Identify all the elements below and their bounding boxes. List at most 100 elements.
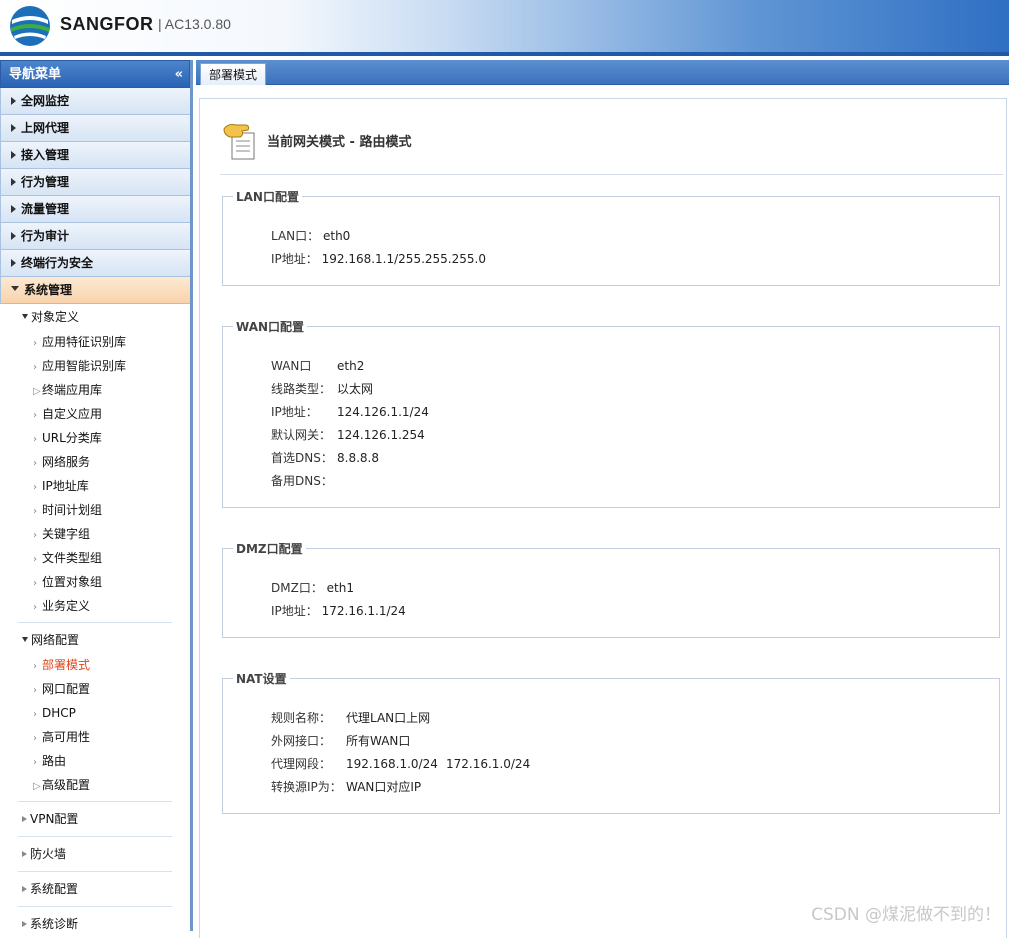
group-firewall[interactable]: 防火墙 bbox=[0, 841, 190, 867]
divider bbox=[220, 174, 1003, 175]
sub-item-advanced[interactable]: ▷高级配置 bbox=[0, 773, 190, 797]
wan-gateway-value: 124.126.1.254 bbox=[337, 428, 425, 442]
watermark: CSDN @煤泥做不到的！ bbox=[811, 905, 1001, 925]
group-system-config[interactable]: 系统配置 bbox=[0, 876, 190, 902]
menu-item-traffic[interactable]: 流量管理 bbox=[0, 196, 190, 223]
nat-config-legend: NAT设置 bbox=[233, 670, 290, 687]
sub-item-app-smart[interactable]: › 应用智能识别库 bbox=[0, 354, 190, 378]
nat-src-row: 转换源IP为： WAN口对应IP bbox=[271, 778, 421, 795]
sub-item-label: 高级配置 bbox=[42, 778, 91, 792]
group-label: 网络配置 bbox=[31, 633, 80, 647]
main-content: 当前网关模式 - 路由模式 LAN口配置 LAN口： eth0 IP地址： 19… bbox=[196, 85, 1009, 938]
menu-item-behavior[interactable]: 行为管理 bbox=[0, 169, 190, 196]
expand-arrow-icon bbox=[11, 231, 16, 240]
nat-seg-label: 代理网段： bbox=[271, 757, 332, 771]
bullet-icon: › bbox=[33, 578, 37, 589]
sub-item-interface[interactable]: › 网口配置 bbox=[0, 677, 190, 701]
wan-gateway-row: 默认网关： 124.126.1.254 bbox=[271, 426, 425, 443]
collapse-icon[interactable]: « bbox=[175, 61, 183, 89]
dmz-ip-label: IP地址： bbox=[271, 604, 318, 618]
group-object-definition[interactable]: 对象定义 bbox=[0, 304, 190, 330]
sub-item-url-category[interactable]: › URL分类库 bbox=[0, 426, 190, 450]
group-system-diagnosis[interactable]: 系统诊断 bbox=[0, 911, 190, 931]
sub-item-network-service[interactable]: › 网络服务 bbox=[0, 450, 190, 474]
menu-item-system[interactable]: 系统管理 bbox=[0, 277, 190, 304]
divider bbox=[18, 836, 172, 837]
sub-item-label: 网络服务 bbox=[42, 455, 91, 469]
nat-ext-value: 所有WAN口 bbox=[346, 734, 411, 748]
menu-item-label: 终端行为安全 bbox=[21, 256, 94, 270]
bullet-icon: › bbox=[33, 661, 37, 672]
sub-item-keyword[interactable]: › 关键字组 bbox=[0, 522, 190, 546]
expand-arrow-icon bbox=[11, 177, 16, 186]
tab-deploy-mode[interactable]: 部署模式 bbox=[200, 63, 267, 85]
sub-item-custom-app[interactable]: › 自定义应用 bbox=[0, 402, 190, 426]
menu-item-audit[interactable]: 行为审计 bbox=[0, 223, 190, 250]
sub-item-label: IP地址库 bbox=[42, 479, 89, 493]
group-arrow-icon bbox=[22, 885, 27, 892]
lan-ip-label: IP地址： bbox=[271, 252, 318, 266]
group-vpn[interactable]: VPN配置 bbox=[0, 806, 190, 832]
group-label: 系统配置 bbox=[30, 882, 79, 896]
sub-item-business[interactable]: › 业务定义 bbox=[0, 594, 190, 618]
bullet-icon: › bbox=[33, 362, 37, 373]
nat-ext-label: 外网接口： bbox=[271, 734, 332, 748]
wan-line-row: 线路类型： 以太网 bbox=[271, 380, 373, 397]
tab-bar: 部署模式 bbox=[196, 60, 1009, 85]
expand-arrow-icon: ▷ bbox=[33, 386, 41, 397]
lan-config-legend: LAN口配置 bbox=[233, 188, 302, 205]
expand-arrow-icon bbox=[11, 258, 16, 267]
bullet-icon: › bbox=[33, 733, 37, 744]
dmz-config-section: DMZ口配置 DMZ口： eth1 IP地址： 172.16.1.1/24 bbox=[222, 540, 1000, 638]
sub-item-location[interactable]: › 位置对象组 bbox=[0, 570, 190, 594]
hand-note-icon bbox=[223, 124, 255, 160]
sangfor-logo-icon bbox=[10, 6, 50, 46]
sub-item-dhcp[interactable]: › DHCP bbox=[0, 701, 190, 725]
brand-name: SANGFOR bbox=[60, 14, 154, 34]
expand-arrow-icon bbox=[11, 150, 16, 159]
bullet-icon: › bbox=[33, 338, 37, 349]
lan-ip-row: IP地址： 192.168.1.1/255.255.255.0 bbox=[271, 250, 486, 267]
sub-item-label: 应用特征识别库 bbox=[42, 335, 127, 349]
sub-item-schedule[interactable]: › 时间计划组 bbox=[0, 498, 190, 522]
dmz-port-label: DMZ口： bbox=[271, 581, 323, 595]
sub-item-endpoint-app[interactable]: ▷终端应用库 bbox=[0, 378, 190, 402]
sub-item-label: 文件类型组 bbox=[42, 551, 103, 565]
divider bbox=[18, 906, 172, 907]
nat-src-value: WAN口对应IP bbox=[346, 780, 422, 794]
bullet-icon: › bbox=[33, 685, 37, 696]
version-label: | AC13.0.80 bbox=[158, 16, 231, 32]
menu-item-access[interactable]: 接入管理 bbox=[0, 142, 190, 169]
sub-item-ip-library[interactable]: › IP地址库 bbox=[0, 474, 190, 498]
bullet-icon: › bbox=[33, 434, 37, 445]
menu-item-endpoint-security[interactable]: 终端行为安全 bbox=[0, 250, 190, 277]
lan-port-row: LAN口： eth0 bbox=[271, 227, 350, 244]
menu-item-global-monitor[interactable]: 全网监控 bbox=[0, 88, 190, 115]
content-panel: 当前网关模式 - 路由模式 LAN口配置 LAN口： eth0 IP地址： 19… bbox=[199, 98, 1007, 938]
menu-item-proxy[interactable]: 上网代理 bbox=[0, 115, 190, 142]
sub-item-label: 部署模式 bbox=[42, 658, 91, 672]
group-arrow-icon bbox=[22, 920, 27, 927]
wan-port-value: eth2 bbox=[337, 359, 365, 373]
sub-item-ha[interactable]: › 高可用性 bbox=[0, 725, 190, 749]
bullet-icon: › bbox=[33, 709, 37, 720]
wan-line-value: 以太网 bbox=[337, 382, 374, 396]
group-label: 系统诊断 bbox=[30, 917, 79, 931]
sub-item-label: 应用智能识别库 bbox=[42, 359, 127, 373]
top-header: SANGFOR | AC13.0.80 bbox=[0, 0, 1009, 56]
sub-item-file-type[interactable]: › 文件类型组 bbox=[0, 546, 190, 570]
sub-item-label: 位置对象组 bbox=[42, 575, 103, 589]
menu-item-label: 上网代理 bbox=[21, 121, 70, 135]
dmz-config-legend: DMZ口配置 bbox=[233, 540, 306, 557]
sub-item-label: 业务定义 bbox=[42, 599, 91, 613]
sub-item-app-signature[interactable]: › 应用特征识别库 bbox=[0, 330, 190, 354]
wan-dns1-label: 首选DNS： bbox=[271, 451, 333, 465]
sub-item-route[interactable]: › 路由 bbox=[0, 749, 190, 773]
menu-item-label: 全网监控 bbox=[21, 94, 70, 108]
group-arrow-icon bbox=[22, 314, 28, 319]
menu-item-label: 系统管理 bbox=[24, 283, 73, 297]
group-arrow-icon bbox=[22, 850, 27, 857]
group-network-config[interactable]: 网络配置 bbox=[0, 627, 190, 653]
sub-item-deploy-mode[interactable]: › 部署模式 bbox=[0, 653, 190, 677]
sub-item-label: DHCP bbox=[42, 706, 76, 720]
